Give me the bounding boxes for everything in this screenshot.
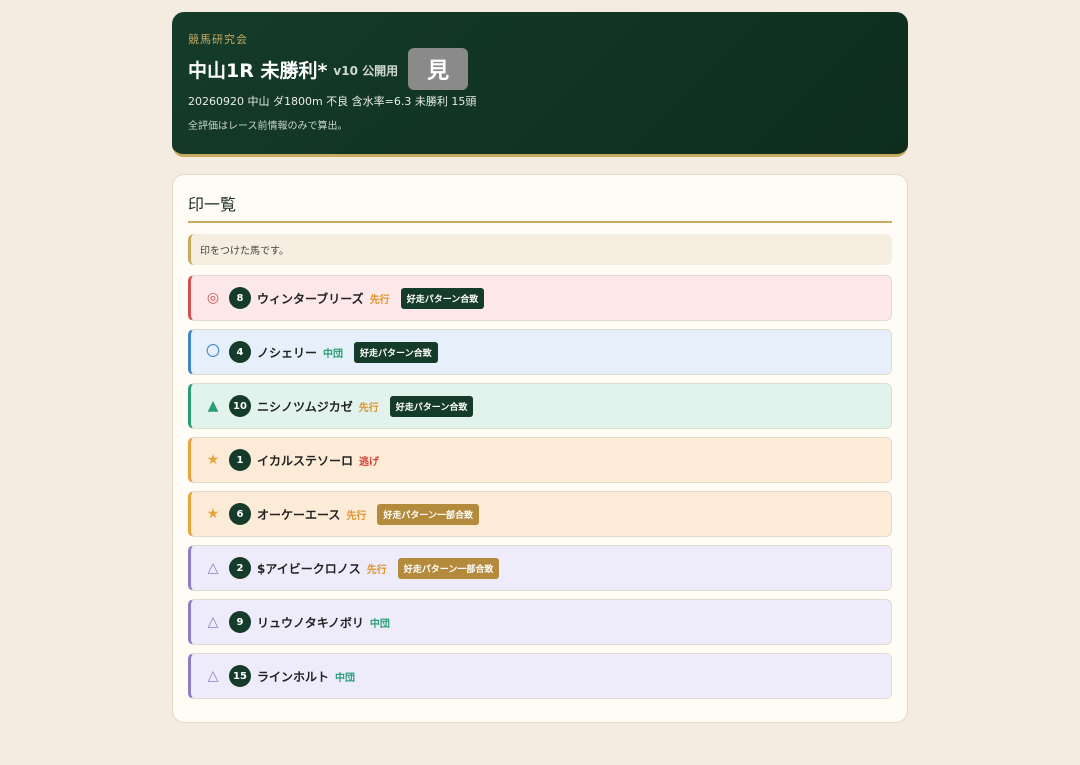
mark-icon: ★ [206, 452, 220, 468]
section-title: 印一覧 [188, 190, 892, 223]
horse-row[interactable]: ◎ 8 ウィンターブリーズ 先行 好走パターン合致 [188, 275, 892, 321]
horse-name: ラインホルト [257, 669, 330, 684]
running-style: 先行 [358, 402, 379, 414]
running-style: 中団 [369, 618, 390, 630]
mark-icon: △ [207, 668, 219, 684]
pattern-badge: 好走パターン一部合致 [397, 557, 500, 579]
title-row: 中山1R 未勝利* v10 公開用 見 [188, 48, 892, 90]
view-button[interactable]: 見 [408, 48, 469, 90]
mark-icon: 〇 [206, 344, 220, 360]
info-box: 印をつけた馬です。 [188, 234, 892, 265]
race-info: 20260920 中山 ダ1800m 不良 含水率=6.3 未勝利 15頭 [188, 95, 477, 108]
running-style: 中団 [335, 672, 356, 684]
running-style: 先行 [366, 564, 387, 576]
pattern-badge: 好走パターン合致 [354, 341, 438, 363]
horse-row[interactable]: ★ 6 オーケーエース 先行 好走パターン一部合致 [188, 491, 892, 537]
horse-number: 9 [229, 611, 251, 633]
version-label: v10 公開用 [333, 64, 399, 78]
horse-name: イカルステソーロ [257, 453, 354, 468]
horse-number: 4 [229, 341, 251, 363]
horse-row[interactable]: △ 9 リュウノタキノボリ 中団 [188, 599, 892, 645]
horse-row[interactable]: ▲ 10 ニシノツムジカゼ 先行 好走パターン合致 [188, 383, 892, 429]
horse-name: ウィンターブリーズ [257, 291, 364, 306]
horse-number: 10 [229, 395, 251, 417]
horse-row[interactable]: ★ 1 イカルステソーロ 逃げ [188, 437, 892, 483]
page-container: 競馬研究会 中山1R 未勝利* v10 公開用 見 20260920 中山 ダ1… [172, 12, 908, 723]
horse-number: 1 [229, 449, 251, 471]
horse-row[interactable]: △ 2 $アイビークロノス 先行 好走パターン一部合致 [188, 545, 892, 591]
mark-icon: ◎ [206, 290, 220, 306]
horse-number: 6 [229, 503, 251, 525]
pattern-badge: 好走パターン一部合致 [377, 503, 479, 525]
horse-name: $アイビークロノス [257, 561, 361, 576]
pattern-badge: 好走パターン合致 [389, 395, 474, 417]
horse-number: 15 [229, 665, 251, 687]
race-header: 競馬研究会 中山1R 未勝利* v10 公開用 見 20260920 中山 ダ1… [172, 12, 908, 157]
running-style: 先行 [346, 510, 367, 522]
running-style: 中団 [323, 348, 344, 360]
org-name: 競馬研究会 [188, 33, 248, 46]
horse-row[interactable]: △ 15 ラインホルト 中団 [188, 653, 892, 699]
horse-name: ノシェリー [257, 345, 318, 360]
mark-icon: ★ [206, 506, 220, 522]
horse-name: ニシノツムジカゼ [257, 399, 353, 414]
marks-card: 印一覧 印をつけた馬です。 ◎ 8 ウィンターブリーズ 先行 好走パターン合致〇 4 ノシェ… [172, 174, 908, 723]
horse-number: 8 [229, 287, 251, 309]
horse-row[interactable]: 〇 4 ノシェリー 中団 好走パターン合致 [188, 329, 892, 375]
running-style: 先行 [369, 294, 390, 306]
mark-icon: △ [207, 614, 219, 630]
mark-icon: △ [207, 560, 219, 576]
horse-list: ◎ 8 ウィンターブリーズ 先行 好走パターン合致〇 4 ノシェリー 中団 好走パターン合致 ▲ 1… [188, 275, 892, 699]
horse-number: 2 [229, 557, 251, 579]
horse-name: リュウノタキノボリ [257, 615, 364, 630]
running-style: 逃げ [359, 456, 380, 468]
pattern-badge: 好走パターン合致 [400, 287, 485, 309]
horse-name: オーケーエース [257, 507, 341, 522]
evaluation-note: 全評価はレース前情報のみで算出。 [188, 121, 348, 132]
mark-icon: ▲ [207, 398, 219, 414]
race-title: 中山1R 未勝利* [188, 59, 328, 82]
